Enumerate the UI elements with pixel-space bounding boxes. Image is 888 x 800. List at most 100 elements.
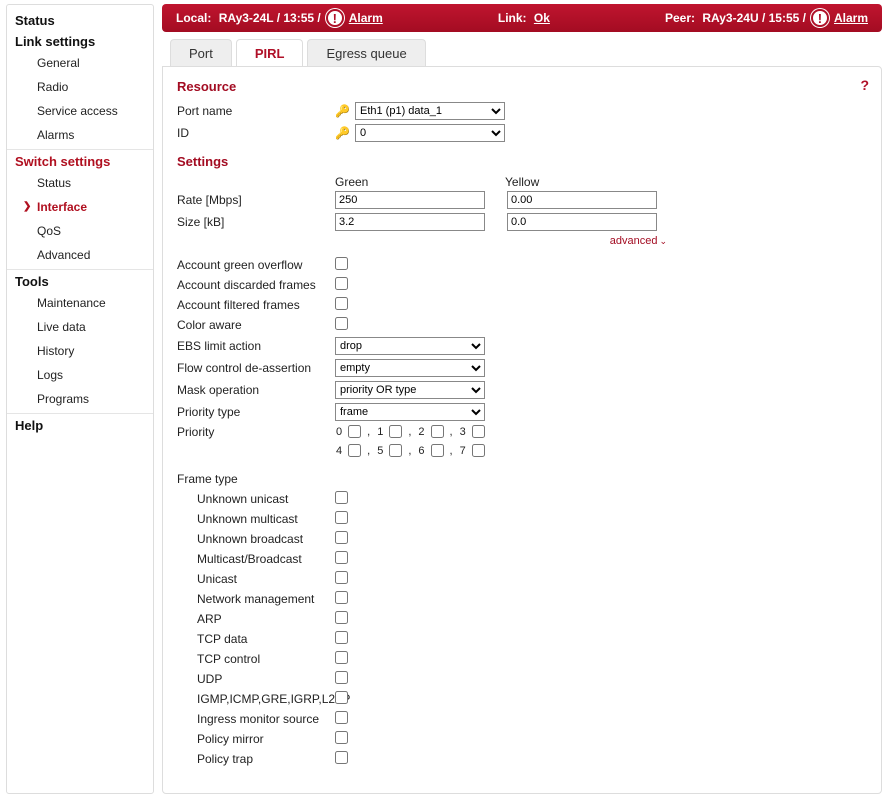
label-color-aware: Color aware: [177, 318, 335, 332]
label-frame-type-6: ARP: [177, 612, 335, 626]
checkbox-frame-type-0[interactable]: [335, 491, 348, 504]
label-frame-type-8: TCP control: [177, 652, 335, 666]
sidebar-section-tools[interactable]: Tools: [7, 270, 153, 291]
status-link: Link: Ok: [498, 11, 550, 25]
sidebar-item-general[interactable]: General: [7, 51, 153, 75]
sidebar: Status Link settings General Radio Servi…: [6, 4, 154, 794]
checkbox-priority-1[interactable]: [389, 425, 402, 438]
label-ebs-limit-action: EBS limit action: [177, 339, 335, 353]
label-frame-type-3: Multicast/Broadcast: [177, 552, 335, 566]
link-status-bar: Local: RAy3-24L / 13:55 / ! Alarm Link: …: [162, 4, 882, 32]
checkbox-priority-3[interactable]: [472, 425, 485, 438]
checkbox-priority-7[interactable]: [472, 444, 485, 457]
label-frame-type-9: UDP: [177, 672, 335, 686]
input-rate-green[interactable]: [335, 191, 485, 209]
alarm-icon: !: [811, 9, 829, 27]
priority-num-0: 0: [336, 426, 342, 438]
sidebar-section-link-settings[interactable]: Link settings: [7, 30, 153, 51]
sidebar-item-radio[interactable]: Radio: [7, 75, 153, 99]
sidebar-item-live-data[interactable]: Live data: [7, 315, 153, 339]
tab-bar: Port PIRL Egress queue: [162, 38, 882, 66]
checkbox-frame-type-4[interactable]: [335, 571, 348, 584]
priority-num-6: 6: [418, 445, 424, 457]
priority-num-4: 4: [336, 445, 342, 457]
sidebar-item-alarms[interactable]: Alarms: [7, 123, 153, 147]
checkbox-frame-type-8[interactable]: [335, 651, 348, 664]
status-local-label: Local:: [176, 11, 211, 25]
sidebar-item-programs[interactable]: Programs: [7, 387, 153, 411]
select-ebs-limit-action[interactable]: drop: [335, 337, 485, 355]
column-header-yellow: Yellow: [505, 175, 675, 189]
checkbox-account-discarded[interactable]: [335, 277, 348, 290]
checkbox-frame-type-11[interactable]: [335, 711, 348, 724]
status-peer-alarm-link[interactable]: Alarm: [834, 11, 868, 25]
chevron-down-icon: ⌄: [659, 236, 667, 248]
label-frame-type-11: Ingress monitor source: [177, 712, 335, 726]
checkbox-priority-4[interactable]: [348, 444, 361, 457]
sidebar-section-switch-settings[interactable]: Switch settings: [7, 150, 153, 171]
advanced-toggle[interactable]: advanced ⌄: [177, 235, 867, 247]
checkbox-priority-0[interactable]: [348, 425, 361, 438]
label-frame-type-4: Unicast: [177, 572, 335, 586]
sidebar-item-history[interactable]: History: [7, 339, 153, 363]
checkbox-frame-type-1[interactable]: [335, 511, 348, 524]
label-frame-type-1: Unknown multicast: [177, 512, 335, 526]
tab-port[interactable]: Port: [170, 39, 232, 67]
label-frame-type-13: Policy trap: [177, 752, 335, 766]
checkbox-account-green-overflow[interactable]: [335, 257, 348, 270]
checkbox-frame-type-6[interactable]: [335, 611, 348, 624]
sidebar-item-logs[interactable]: Logs: [7, 363, 153, 387]
status-local-value: RAy3-24L / 13:55 /: [219, 11, 321, 25]
checkbox-frame-type-10[interactable]: [335, 691, 348, 704]
checkbox-priority-5[interactable]: [389, 444, 402, 457]
sidebar-section-status[interactable]: Status: [7, 9, 153, 30]
status-peer-label: Peer:: [665, 11, 695, 25]
checkbox-priority-6[interactable]: [431, 444, 444, 457]
checkbox-account-filtered[interactable]: [335, 297, 348, 310]
checkbox-frame-type-13[interactable]: [335, 751, 348, 764]
checkbox-frame-type-7[interactable]: [335, 631, 348, 644]
sidebar-item-qos[interactable]: QoS: [7, 219, 153, 243]
select-flow-control-deassertion[interactable]: empty: [335, 359, 485, 377]
priority-num-2: 2: [418, 426, 424, 438]
sidebar-item-service-access[interactable]: Service access: [7, 99, 153, 123]
select-priority-type[interactable]: frame: [335, 403, 485, 421]
sidebar-item-advanced[interactable]: Advanced: [7, 243, 153, 267]
label-mask-operation: Mask operation: [177, 383, 335, 397]
tab-egress-queue[interactable]: Egress queue: [307, 39, 425, 67]
label-frame-type-10: IGMP,ICMP,GRE,IGRP,L2TP: [177, 692, 335, 706]
checkbox-color-aware[interactable]: [335, 317, 348, 330]
select-mask-operation[interactable]: priority OR type: [335, 381, 485, 399]
checkbox-frame-type-12[interactable]: [335, 731, 348, 744]
label-frame-type: Frame type: [177, 472, 335, 486]
checkbox-frame-type-3[interactable]: [335, 551, 348, 564]
status-local: Local: RAy3-24L / 13:55 / ! Alarm: [176, 9, 383, 27]
checkbox-frame-type-5[interactable]: [335, 591, 348, 604]
input-rate-yellow[interactable]: [507, 191, 657, 209]
label-port-name: Port name: [177, 104, 335, 118]
input-size-green[interactable]: [335, 213, 485, 231]
label-account-filtered: Account filtered frames: [177, 298, 335, 312]
key-icon: 🔑: [335, 126, 350, 140]
checkbox-frame-type-2[interactable]: [335, 531, 348, 544]
tab-pirl[interactable]: PIRL: [236, 39, 304, 67]
select-port-name[interactable]: Eth1 (p1) data_1: [355, 102, 505, 120]
status-peer: Peer: RAy3-24U / 15:55 / ! Alarm: [665, 9, 868, 27]
select-id[interactable]: 0: [355, 124, 505, 142]
label-frame-type-0: Unknown unicast: [177, 492, 335, 506]
checkbox-priority-2[interactable]: [431, 425, 444, 438]
sidebar-item-interface[interactable]: Interface: [7, 195, 153, 219]
sidebar-item-switch-status[interactable]: Status: [7, 171, 153, 195]
status-link-value[interactable]: Ok: [534, 11, 550, 25]
input-size-yellow[interactable]: [507, 213, 657, 231]
label-frame-type-7: TCP data: [177, 632, 335, 646]
label-flow-control-deassertion: Flow control de-assertion: [177, 361, 335, 375]
priority-num-1: 1: [377, 426, 383, 438]
help-icon[interactable]: ?: [860, 77, 869, 93]
section-settings-title: Settings: [177, 154, 867, 169]
sidebar-section-help[interactable]: Help: [7, 414, 153, 435]
status-local-alarm-link[interactable]: Alarm: [349, 11, 383, 25]
status-peer-value: RAy3-24U / 15:55 /: [702, 11, 806, 25]
checkbox-frame-type-9[interactable]: [335, 671, 348, 684]
sidebar-item-maintenance[interactable]: Maintenance: [7, 291, 153, 315]
